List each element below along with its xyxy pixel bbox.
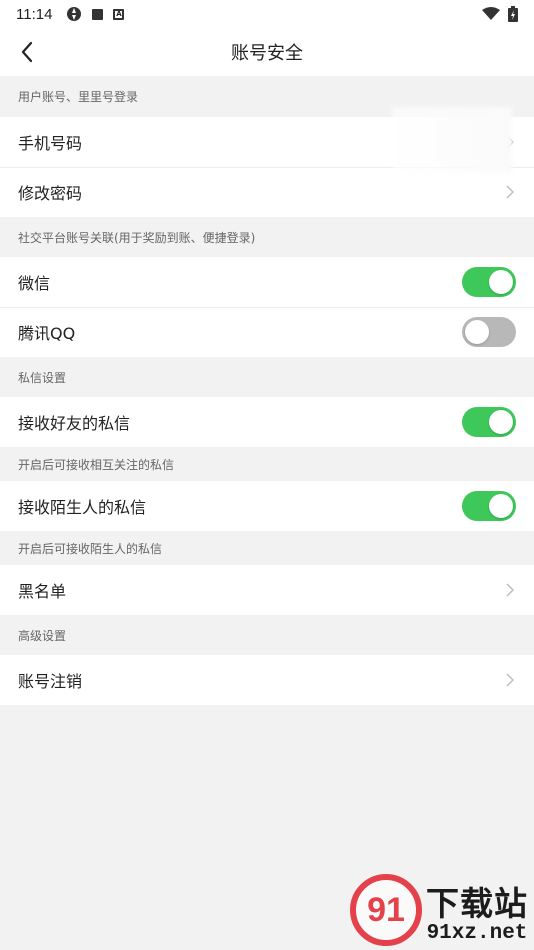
section-header-advanced: 高级设置 [18,628,67,643]
watermark: 91 下载站 91xz.net [350,874,528,946]
change-password-label: 修改密码 [18,184,83,203]
section-header-messages: 私信设置 [18,370,67,385]
friends-message-toggle[interactable] [462,407,516,437]
qq-toggle[interactable] [462,317,516,347]
a-letter-icon: A [113,8,125,20]
qq-row: 腾讯QQ [0,307,534,357]
status-bar: 11:14 A [0,0,534,28]
back-button[interactable] [12,37,42,67]
chevron-right-icon [504,583,516,597]
strangers-message-hint: 开启后可接收陌生人的私信 [18,541,163,556]
account-cancel-row[interactable]: 账号注销 [0,655,534,705]
status-time: 11:14 [16,5,53,23]
blurred-phone-number [392,107,512,173]
watermark-cn: 下载站 [426,884,528,923]
wifi-icon [482,7,500,20]
blacklist-row[interactable]: 黑名单 [0,565,534,615]
chevron-right-icon [504,185,516,199]
nav-bar: 账号安全 [0,28,534,76]
wechat-row: 微信 [0,257,534,307]
strangers-message-label: 接收陌生人的私信 [18,498,147,517]
friends-message-label: 接收好友的私信 [18,414,131,433]
page-title: 账号安全 [231,43,303,64]
toggle-knob [489,494,513,518]
toggle-knob [489,270,513,294]
wechat-toggle[interactable] [462,267,516,297]
friends-message-hint: 开启后可接收相互关注的私信 [18,457,175,472]
qq-label: 腾讯QQ [18,324,76,343]
chevron-right-icon [504,673,516,687]
blacklist-label: 黑名单 [18,582,67,601]
status-icons-left: A [66,6,125,22]
account-cancel-label: 账号注销 [18,672,83,691]
watermark-logo: 91 [350,874,422,946]
battery-icon [508,6,518,22]
sync-icon [67,7,82,21]
back-arrow-icon [21,41,33,63]
strangers-message-row: 接收陌生人的私信 [0,481,534,531]
wechat-label: 微信 [18,274,51,293]
watermark-text: 下载站 91xz.net [426,886,528,946]
change-password-row[interactable]: 修改密码 [0,167,534,217]
toggle-knob [489,410,513,434]
status-icons-right [482,6,518,22]
friends-message-row: 接收好友的私信 [0,397,534,447]
strangers-message-toggle[interactable] [462,491,516,521]
notification-square-icon [92,8,104,20]
section-header-social: 社交平台账号关联(用于奖励到账、便捷登录) [18,230,256,245]
toggle-knob [465,320,489,344]
watermark-url: 91xz.net [426,922,528,945]
